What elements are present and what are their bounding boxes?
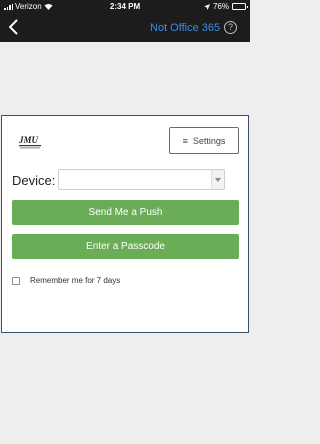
menu-icon: ≡ bbox=[182, 135, 188, 146]
navigation-bar: Not Office 365 ? bbox=[0, 13, 250, 42]
back-button[interactable] bbox=[9, 19, 18, 35]
settings-button[interactable]: ≡ Settings bbox=[169, 127, 239, 154]
battery-icon bbox=[232, 3, 248, 10]
duo-auth-card: JMU ≡ Settings Device: Send Me a Push En… bbox=[1, 115, 249, 333]
help-button[interactable]: ? bbox=[224, 21, 237, 34]
remember-me-label: Remember me for 7 days bbox=[30, 276, 121, 285]
jmu-logo: JMU bbox=[18, 135, 41, 149]
device-select[interactable] bbox=[58, 169, 225, 190]
chevron-left-icon bbox=[9, 19, 18, 35]
status-bar-right: 76% bbox=[203, 2, 248, 11]
settings-label: Settings bbox=[192, 135, 226, 146]
svg-text:JMU: JMU bbox=[18, 135, 39, 145]
status-bar: Verizon 2:34 PM 76% bbox=[0, 0, 250, 13]
enter-passcode-button[interactable]: Enter a Passcode bbox=[12, 234, 239, 259]
remember-me-checkbox[interactable] bbox=[12, 276, 20, 285]
remember-me-row: Remember me for 7 days bbox=[12, 276, 120, 285]
device-label: Device: bbox=[12, 173, 56, 188]
battery-percent: 76% bbox=[212, 2, 229, 11]
location-icon bbox=[203, 3, 210, 10]
dropdown-arrow-icon[interactable] bbox=[211, 170, 224, 189]
not-office-365-link[interactable]: Not Office 365 bbox=[150, 22, 220, 34]
send-push-button[interactable]: Send Me a Push bbox=[12, 200, 239, 225]
